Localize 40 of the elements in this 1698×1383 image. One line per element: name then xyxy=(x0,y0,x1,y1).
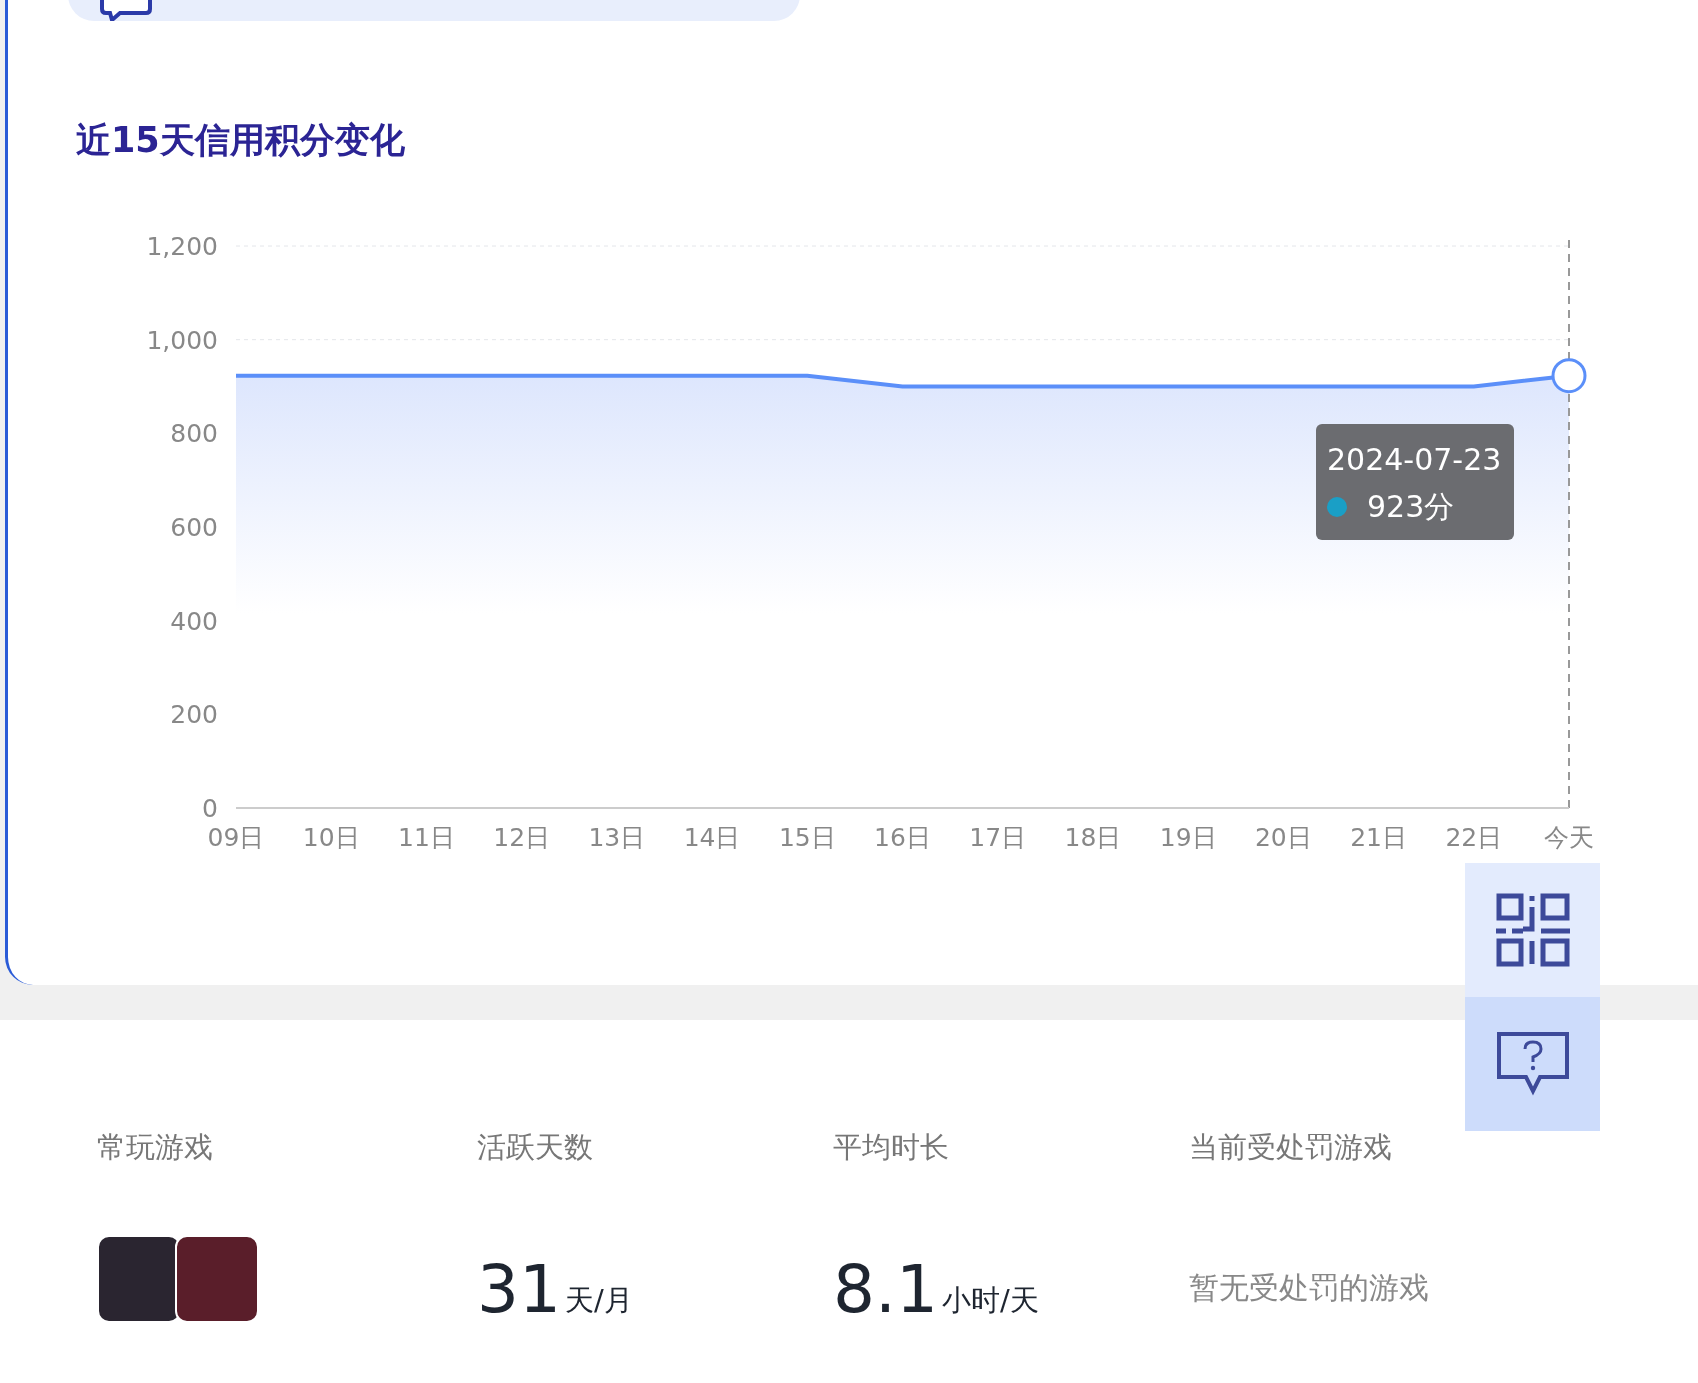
help-chat-icon xyxy=(1495,1031,1570,1097)
stat-label: 当前受处罚游戏 xyxy=(1189,1130,1393,1165)
axis-label: 13日 xyxy=(588,823,646,852)
axis-label: 0 xyxy=(202,794,218,823)
stat-label: 常玩游戏 xyxy=(97,1130,214,1165)
axis-label: 17日 xyxy=(969,823,1027,852)
axis-label: 11日 xyxy=(398,823,455,852)
axis-label: 800 xyxy=(170,419,218,449)
axis-label: 20日 xyxy=(1254,823,1312,852)
axis-label: 10日 xyxy=(302,823,360,852)
qr-code-button[interactable] xyxy=(1465,863,1600,997)
axis-label: 400 xyxy=(170,606,218,636)
help-button[interactable] xyxy=(1465,997,1600,1131)
stat-unit: 小时/天 xyxy=(941,1281,1039,1319)
tooltip-value: 923分 xyxy=(1367,488,1455,526)
axis-label: 16日 xyxy=(874,823,931,852)
axis-label: 200 xyxy=(170,700,218,730)
axis-label: 22日 xyxy=(1445,823,1503,852)
stat-value: 31 xyxy=(477,1256,561,1323)
chart-title: 近15天信用积分变化 xyxy=(76,119,406,161)
axis-label: 今天 xyxy=(1544,823,1594,852)
stat-value: 8.1 xyxy=(833,1256,938,1323)
tooltip-date: 2024-07-23 xyxy=(1327,441,1503,479)
axis-label: 09日 xyxy=(207,823,265,852)
stat-label: 平均时长 xyxy=(833,1130,950,1165)
data-point-marker xyxy=(1551,358,1587,394)
penalty-status: 暂无受处罚的游戏 xyxy=(1189,1268,1429,1307)
stat-label: 活跃天数 xyxy=(477,1130,594,1165)
game-icon-placeholder[interactable] xyxy=(175,1234,259,1323)
axis-label: 12日 xyxy=(493,823,551,852)
qr-code-icon xyxy=(1495,893,1570,967)
stat-unit: 天/月 xyxy=(565,1281,633,1319)
axis-label: 14日 xyxy=(683,823,741,852)
axis-label: 1,200 xyxy=(146,232,218,261)
axis-label: 15日 xyxy=(778,823,836,852)
axis-label: 600 xyxy=(170,513,218,542)
axis-label: 18日 xyxy=(1064,823,1122,852)
axis-label: 21日 xyxy=(1350,823,1407,852)
axis-label: 19日 xyxy=(1159,823,1217,852)
axis-label: 1,000 xyxy=(146,325,218,355)
